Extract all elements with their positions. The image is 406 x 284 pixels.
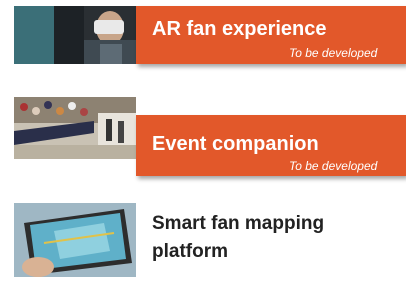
- vr-headset-person-image: [14, 6, 136, 64]
- card-status: To be developed: [289, 46, 378, 60]
- card-title: AR fan experience: [152, 18, 327, 40]
- card-title: Event companion: [152, 133, 319, 155]
- card-title: Smart fan mapping platform: [152, 213, 325, 262]
- card-status: To be developed: [289, 159, 378, 173]
- tablet-map-image: [14, 203, 136, 277]
- card-event-companion[interactable]: Event companion To be developed: [0, 97, 406, 176]
- card-ar-fan-experience[interactable]: AR fan experience To be developed: [0, 6, 406, 64]
- card-smart-fan-mapping-platform[interactable]: Smart fan mapping platform: [0, 203, 406, 277]
- stadium-crowd-image: [14, 97, 136, 159]
- event-companion-banner: Event companion To be developed: [136, 115, 406, 176]
- ar-fan-experience-banner: AR fan experience To be developed: [136, 6, 406, 64]
